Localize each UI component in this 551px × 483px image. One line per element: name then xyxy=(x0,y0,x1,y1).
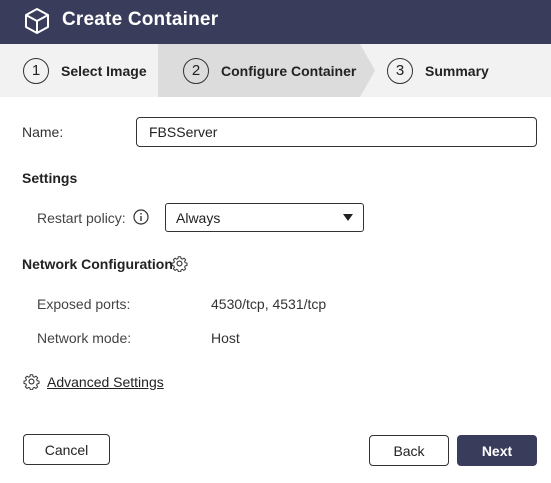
info-icon[interactable] xyxy=(133,209,149,225)
step-number: 2 xyxy=(183,57,209,84)
step-number: 1 xyxy=(23,57,49,84)
step-number: 3 xyxy=(387,57,413,84)
cancel-button[interactable]: Cancel xyxy=(23,434,110,465)
exposed-ports-label: Exposed ports: xyxy=(37,296,131,312)
title-bar: Create Container xyxy=(0,0,551,44)
gear-icon[interactable] xyxy=(23,373,40,390)
back-button[interactable]: Back xyxy=(369,435,449,466)
step-label: Configure Container xyxy=(221,62,357,79)
wizard-step-select-image[interactable]: 1 Select Image xyxy=(23,44,147,97)
restart-policy-value: Always xyxy=(176,209,221,226)
gear-icon[interactable] xyxy=(171,255,188,272)
step-label: Summary xyxy=(425,62,489,79)
chevron-down-icon xyxy=(343,214,353,221)
wizard-step-configure-container[interactable]: 2 Configure Container xyxy=(183,44,356,97)
wizard-steps: 1 Select Image 2 Configure Container 3 S… xyxy=(0,44,551,97)
next-button[interactable]: Next xyxy=(457,435,537,466)
restart-policy-label: Restart policy: xyxy=(37,210,126,226)
name-input[interactable] xyxy=(136,117,537,147)
restart-policy-select[interactable]: Always xyxy=(165,203,364,232)
name-label: Name: xyxy=(22,124,64,140)
step-label: Select Image xyxy=(61,62,147,79)
network-mode-value: Host xyxy=(211,330,240,346)
network-mode-label: Network mode: xyxy=(37,330,132,346)
dialog-title: Create Container xyxy=(62,9,219,30)
settings-heading: Settings xyxy=(22,170,78,186)
advanced-settings-link[interactable]: Advanced Settings xyxy=(47,374,164,390)
cube-icon xyxy=(25,8,49,34)
exposed-ports-value: 4530/tcp, 4531/tcp xyxy=(211,296,327,312)
wizard-step-summary[interactable]: 3 Summary xyxy=(387,44,489,97)
network-configuration-heading: Network Configuration xyxy=(22,256,173,272)
